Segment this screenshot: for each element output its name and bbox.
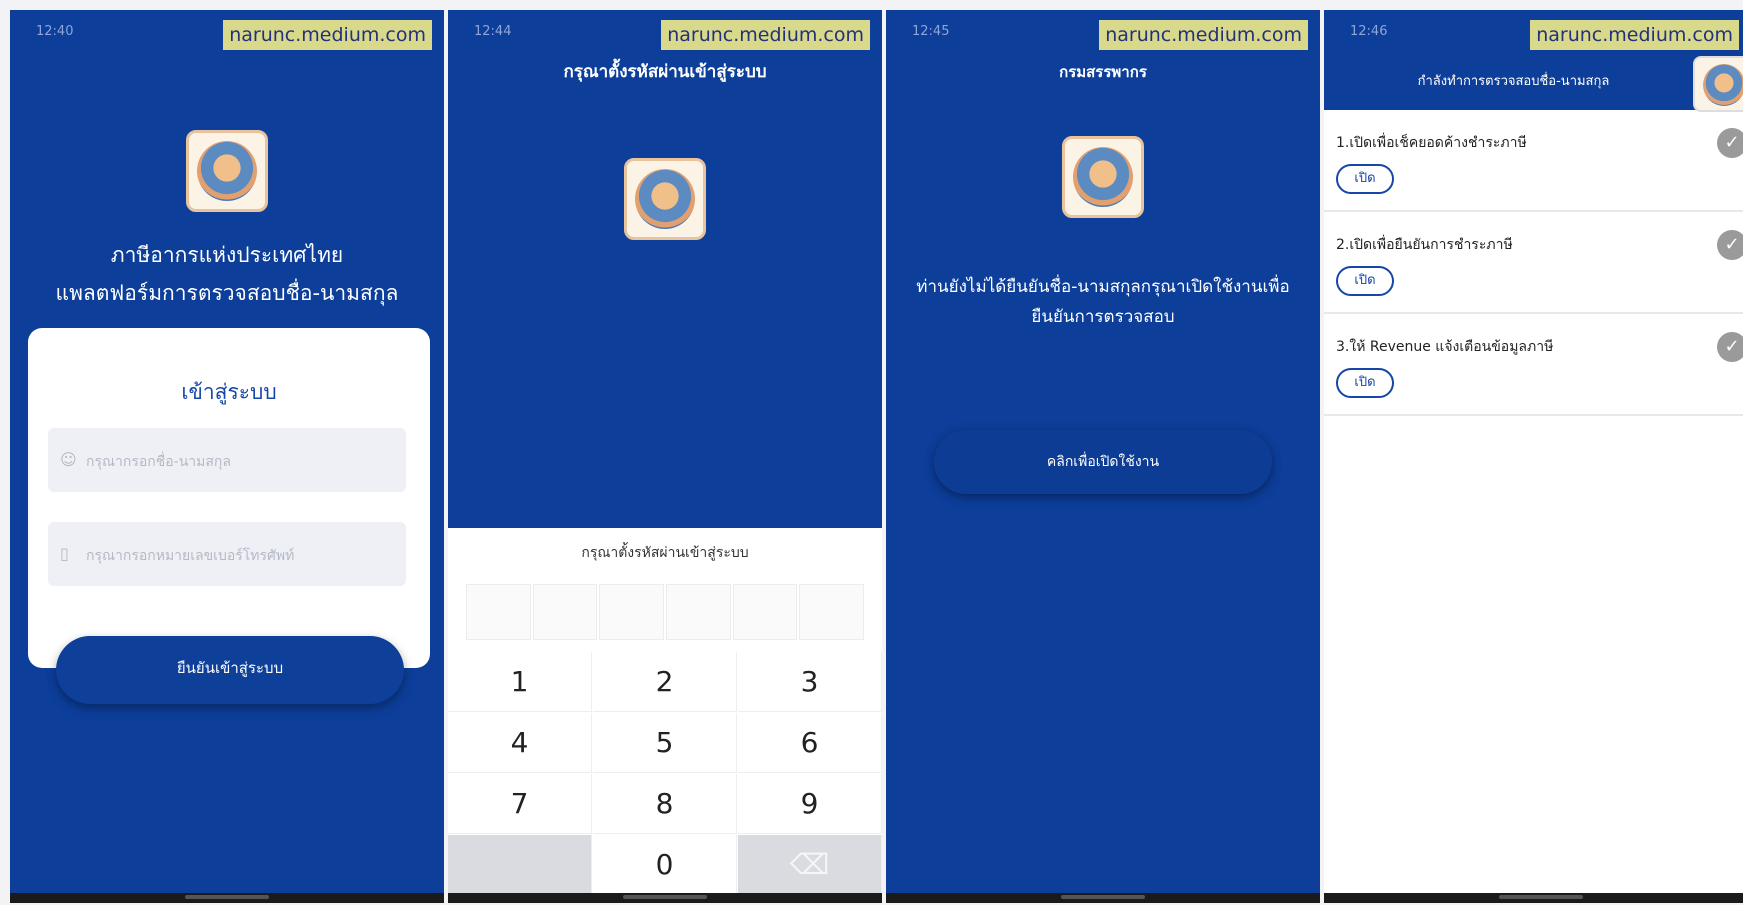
pin-panel: กรุณาตั้งรหัสผ่านเข้าสู่ระบบ 1 2 3 4 5 6…	[448, 528, 882, 895]
user-icon: ☺	[60, 450, 77, 469]
page-title: กำลังทำการตรวจสอบชื่อ-นามสกุล	[1417, 74, 1610, 89]
key-4[interactable]: 4	[448, 713, 592, 773]
screen-login: 12:40 narunc.medium.com ภาษีอากรแห่งประเ…	[10, 10, 444, 903]
key-9[interactable]: 9	[738, 774, 882, 834]
activate-button[interactable]: คลิกเพื่อเปิดใช้งาน	[934, 430, 1272, 494]
list-item-text: 2.เปิดเพื่อยืนยันการชำระภาษี	[1336, 237, 1513, 253]
list-item: 2.เปิดเพื่อยืนยันการชำระภาษี เปิด ✓	[1324, 212, 1743, 314]
open-button[interactable]: เปิด	[1336, 368, 1394, 398]
login-card: เข้าสู่ระบบ ☺ กรุณากรอกชื่อ-นามสกุล ▯ กร…	[28, 328, 430, 668]
key-1[interactable]: 1	[448, 652, 592, 712]
nav-bar	[1324, 893, 1743, 903]
list-item: 1.เปิดเพื่อเช็คยอดค้างชำระภาษี เปิด ✓	[1324, 110, 1743, 212]
key-2[interactable]: 2	[593, 652, 737, 712]
key-7[interactable]: 7	[448, 774, 592, 834]
revenue-logo	[1062, 136, 1144, 218]
phone-input[interactable]: ▯ กรุณากรอกหมายเลขเบอร์โทรศัพท์	[48, 522, 406, 586]
avatar[interactable]	[1693, 56, 1743, 112]
pin-digit-box[interactable]	[466, 584, 531, 640]
pin-digit-box[interactable]	[732, 584, 798, 640]
check-circle-icon: ✓	[1717, 128, 1743, 158]
seal-icon	[635, 169, 695, 229]
list-item: 3.ให้ Revenue แจ้งเตือนข้อมูลภาษี เปิด ✓	[1324, 314, 1743, 416]
pin-digit-box[interactable]	[799, 584, 865, 640]
checklist-header: 12:46 narunc.medium.com กำลังทำการตรวจสอ…	[1324, 10, 1743, 112]
check-circle-icon: ✓	[1717, 332, 1743, 362]
login-title: เข้าสู่ระบบ	[181, 380, 277, 404]
phone-icon: ▯	[60, 544, 69, 563]
key-6[interactable]: 6	[738, 713, 882, 773]
phone-placeholder: กรุณากรอกหมายเลขเบอร์โทรศัพท์	[86, 548, 295, 564]
watermark: narunc.medium.com	[661, 20, 870, 50]
revenue-logo	[624, 158, 706, 240]
key-0[interactable]: 0	[593, 835, 737, 895]
screen-pin: 12:44 narunc.medium.com กรุณาตั้งรหัสผ่า…	[448, 10, 882, 903]
name-placeholder: กรุณากรอกชื่อ-นามสกุล	[86, 454, 231, 470]
pin-label: กรุณาตั้งรหัสผ่านเข้าสู่ระบบ	[581, 545, 749, 561]
pin-header: กรุณาตั้งรหัสผ่านเข้าสู่ระบบ	[563, 62, 767, 82]
pin-digit-box[interactable]	[666, 584, 731, 640]
watermark: narunc.medium.com	[1099, 20, 1308, 50]
open-button[interactable]: เปิด	[1336, 266, 1394, 296]
seal-icon	[197, 141, 257, 201]
revenue-logo	[186, 130, 268, 212]
pin-digit-box[interactable]	[532, 584, 598, 640]
list-item-text: 1.เปิดเพื่อเช็คยอดค้างชำระภาษี	[1336, 135, 1527, 151]
app-subtitle: แพลตฟอร์มการตรวจสอบชื่อ-นามสกุล	[55, 281, 399, 305]
list-item-text: 3.ให้ Revenue แจ้งเตือนข้อมูลภาษี	[1336, 339, 1554, 355]
backspace-icon[interactable]: ⌫	[738, 835, 882, 895]
pin-digit-box[interactable]	[599, 584, 665, 640]
nav-bar	[448, 893, 882, 903]
key-5[interactable]: 5	[593, 713, 737, 773]
seal-icon	[1703, 64, 1743, 106]
screen-checklist: 12:46 narunc.medium.com กำลังทำการตรวจสอ…	[1324, 10, 1743, 903]
screen-activate: 12:45 narunc.medium.com กรมสรรพากร ท่านย…	[886, 10, 1320, 903]
key-blank	[448, 835, 592, 895]
key-8[interactable]: 8	[593, 774, 737, 834]
nav-bar	[886, 893, 1320, 903]
page-title: กรมสรรพากร	[1059, 63, 1147, 81]
login-button[interactable]: ยืนยันเข้าสู่ระบบ	[56, 636, 404, 704]
seal-icon	[1073, 147, 1133, 207]
activation-message: ท่านยังไม่ได้ยืนยันชื่อ-นามสกุลกรุณาเปิด…	[916, 277, 1290, 327]
nav-bar	[10, 893, 444, 903]
pin-boxes	[466, 584, 866, 640]
watermark: narunc.medium.com	[1530, 20, 1739, 50]
check-circle-icon: ✓	[1717, 230, 1743, 260]
app-title: ภาษีอากรแห่งประเทศไทย	[110, 243, 344, 267]
open-button[interactable]: เปิด	[1336, 164, 1394, 194]
watermark: narunc.medium.com	[223, 20, 432, 50]
name-input[interactable]: ☺ กรุณากรอกชื่อ-นามสกุล	[48, 428, 406, 492]
key-3[interactable]: 3	[738, 652, 882, 712]
